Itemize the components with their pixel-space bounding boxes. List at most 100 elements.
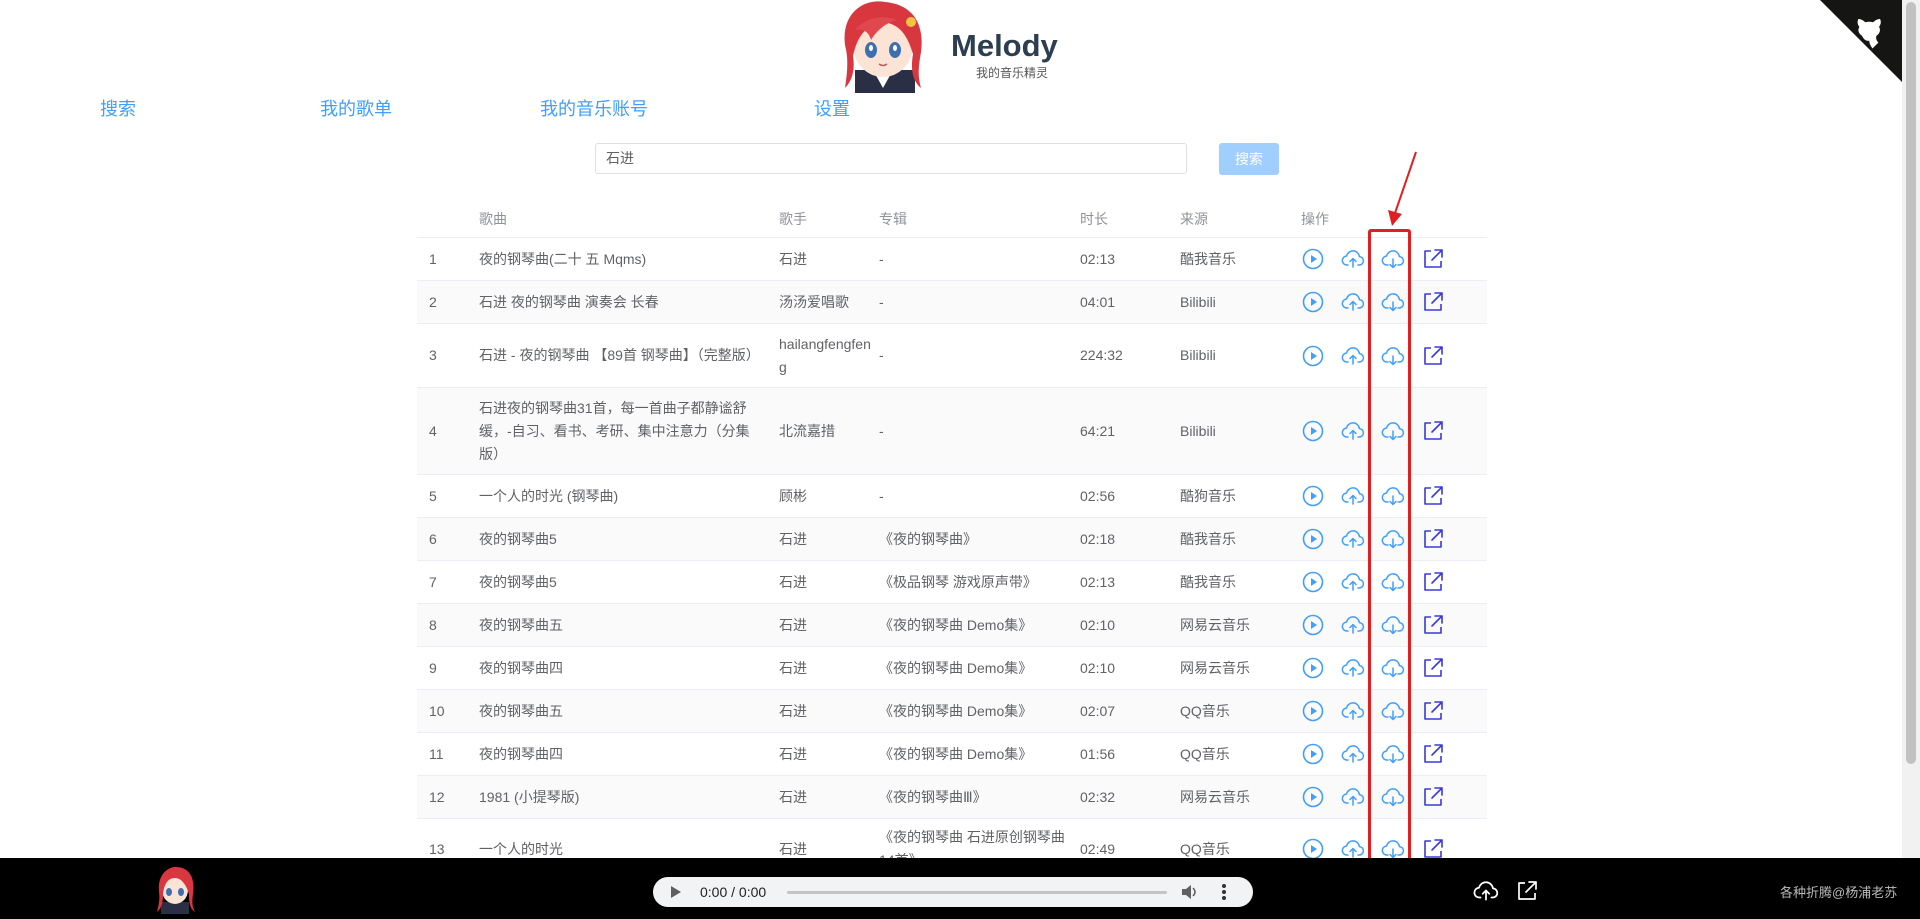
table-row[interactable]: 1 夜的钢琴曲(二十 五 Mqms) 石进 - 02:13 酷我音乐 xyxy=(417,238,1487,281)
row-actions xyxy=(1301,247,1487,271)
cloud-upload-icon[interactable] xyxy=(1341,247,1365,271)
row-actions xyxy=(1301,484,1487,508)
external-link-icon[interactable] xyxy=(1515,879,1539,903)
play-circle-icon[interactable] xyxy=(1301,570,1325,594)
more-options-icon[interactable] xyxy=(1221,884,1227,900)
cloud-upload-icon[interactable] xyxy=(1341,484,1365,508)
cloud-download-icon[interactable] xyxy=(1381,247,1405,271)
play-circle-icon[interactable] xyxy=(1301,344,1325,368)
song-duration: 02:18 xyxy=(1080,530,1116,547)
song-source: 网易云音乐 xyxy=(1180,788,1250,805)
search-button[interactable]: 搜索 xyxy=(1219,143,1279,175)
song-artist: 石进 xyxy=(779,659,807,676)
external-link-icon[interactable] xyxy=(1421,247,1445,271)
play-circle-icon[interactable] xyxy=(1301,699,1325,723)
external-link-icon[interactable] xyxy=(1421,785,1445,809)
external-link-icon[interactable] xyxy=(1421,419,1445,443)
song-duration: 02:10 xyxy=(1080,616,1116,633)
header-album: 专辑 xyxy=(879,211,907,227)
external-link-icon[interactable] xyxy=(1421,656,1445,680)
table-row[interactable]: 3 石进 - 夜的钢琴曲 【89首 钢琴曲】（完整版） hailangfengfen… xyxy=(417,324,1487,388)
audio-time: 0:00 / 0:00 xyxy=(700,884,767,900)
volume-icon[interactable] xyxy=(1181,884,1199,900)
cloud-upload-icon[interactable] xyxy=(1341,570,1365,594)
cloud-upload-icon[interactable] xyxy=(1341,656,1365,680)
external-link-icon[interactable] xyxy=(1421,290,1445,314)
nav-my-playlists[interactable]: 我的歌单 xyxy=(320,95,392,121)
play-circle-icon[interactable] xyxy=(1301,613,1325,637)
table-row[interactable]: 12 1981 (小提琴版) 石进 《夜的钢琴曲Ⅲ》 02:32 网易云音乐 xyxy=(417,776,1487,819)
song-source: 酷我音乐 xyxy=(1180,573,1236,590)
external-link-icon[interactable] xyxy=(1421,699,1445,723)
table-row[interactable]: 10 夜的钢琴曲五 石进 《夜的钢琴曲 Demo集》 02:07 QQ音乐 xyxy=(417,690,1487,733)
cloud-download-icon[interactable] xyxy=(1381,613,1405,637)
play-circle-icon[interactable] xyxy=(1301,290,1325,314)
cloud-download-icon[interactable] xyxy=(1381,656,1405,680)
cloud-upload-icon[interactable] xyxy=(1341,699,1365,723)
vertical-scrollbar[interactable] xyxy=(1902,0,1920,858)
song-title: 夜的钢琴曲四 xyxy=(479,745,563,762)
audio-player[interactable]: 0:00 / 0:00 xyxy=(653,877,1253,907)
nav-settings[interactable]: 设置 xyxy=(814,95,850,121)
song-artist: 石进 xyxy=(779,745,807,762)
cloud-download-icon[interactable] xyxy=(1381,419,1405,443)
external-link-icon[interactable] xyxy=(1421,527,1445,551)
cloud-download-icon[interactable] xyxy=(1381,742,1405,766)
song-album: 《夜的钢琴曲 Demo集》 xyxy=(879,702,1033,719)
play-circle-icon[interactable] xyxy=(1301,419,1325,443)
song-source: QQ音乐 xyxy=(1180,745,1230,762)
play-circle-icon[interactable] xyxy=(1301,247,1325,271)
table-row[interactable]: 6 夜的钢琴曲5 石进 《夜的钢琴曲》 02:18 酷我音乐 xyxy=(417,518,1487,561)
cloud-upload-icon[interactable] xyxy=(1341,344,1365,368)
scrollbar-thumb[interactable] xyxy=(1906,2,1916,764)
nav-search[interactable]: 搜索 xyxy=(100,95,136,121)
cloud-upload-icon[interactable] xyxy=(1341,527,1365,551)
cloud-upload-icon[interactable] xyxy=(1341,613,1365,637)
cloud-upload-icon[interactable] xyxy=(1341,742,1365,766)
cloud-download-icon[interactable] xyxy=(1381,527,1405,551)
external-link-icon[interactable] xyxy=(1421,344,1445,368)
nav-my-music-account[interactable]: 我的音乐账号 xyxy=(540,95,648,121)
row-actions xyxy=(1301,742,1487,766)
table-row[interactable]: 8 夜的钢琴曲五 石进 《夜的钢琴曲 Demo集》 02:10 网易云音乐 xyxy=(417,604,1487,647)
footer-credit: 各种折腾@杨浦老苏 xyxy=(1780,885,1898,900)
table-row[interactable]: 11 夜的钢琴曲四 石进 《夜的钢琴曲 Demo集》 01:56 QQ音乐 xyxy=(417,733,1487,776)
play-icon[interactable] xyxy=(671,886,681,898)
cloud-download-icon[interactable] xyxy=(1381,484,1405,508)
cloud-download-icon[interactable] xyxy=(1381,344,1405,368)
table-row[interactable]: 7 夜的钢琴曲5 石进 《极品钢琴 游戏原声带》 02:13 酷我音乐 xyxy=(417,561,1487,604)
table-row[interactable]: 2 石进 夜的钢琴曲 演奏会 长春 汤汤爱唱歌 - 04:01 Bilibili xyxy=(417,281,1487,324)
table-header: 歌曲 歌手 专辑 时长 来源 操作 xyxy=(417,201,1487,238)
cloud-upload-icon[interactable] xyxy=(1341,290,1365,314)
row-actions xyxy=(1301,290,1487,314)
row-actions xyxy=(1301,656,1487,680)
table-row[interactable]: 5 一个人的时光 (钢琴曲) 顾彬 - 02:56 酷狗音乐 xyxy=(417,475,1487,518)
row-index: 8 xyxy=(429,616,437,633)
audio-progress-track[interactable] xyxy=(787,891,1167,894)
table-row[interactable]: 9 夜的钢琴曲四 石进 《夜的钢琴曲 Demo集》 02:10 网易云音乐 xyxy=(417,647,1487,690)
play-circle-icon[interactable] xyxy=(1301,656,1325,680)
table-row[interactable]: 4 石进夜的钢琴曲31首，每一首曲子都静谧舒缓，-自习、看书、考研、集中注意力（分… xyxy=(417,388,1487,475)
song-artist: 石进 xyxy=(779,250,807,267)
cloud-upload-icon[interactable] xyxy=(1473,878,1499,904)
song-source: 酷狗音乐 xyxy=(1180,487,1236,504)
play-circle-icon[interactable] xyxy=(1301,785,1325,809)
row-index: 7 xyxy=(429,573,437,590)
play-circle-icon[interactable] xyxy=(1301,742,1325,766)
github-corner-icon[interactable] xyxy=(1820,0,1902,82)
search-input[interactable] xyxy=(595,143,1187,174)
cloud-download-icon[interactable] xyxy=(1381,699,1405,723)
song-artist: 顾彬 xyxy=(779,487,807,504)
cloud-download-icon[interactable] xyxy=(1381,785,1405,809)
external-link-icon[interactable] xyxy=(1421,484,1445,508)
play-circle-icon[interactable] xyxy=(1301,527,1325,551)
external-link-icon[interactable] xyxy=(1421,613,1445,637)
cloud-download-icon[interactable] xyxy=(1381,290,1405,314)
song-source: QQ音乐 xyxy=(1180,702,1230,719)
external-link-icon[interactable] xyxy=(1421,742,1445,766)
cloud-upload-icon[interactable] xyxy=(1341,785,1365,809)
cloud-download-icon[interactable] xyxy=(1381,570,1405,594)
external-link-icon[interactable] xyxy=(1421,570,1445,594)
play-circle-icon[interactable] xyxy=(1301,484,1325,508)
cloud-upload-icon[interactable] xyxy=(1341,419,1365,443)
